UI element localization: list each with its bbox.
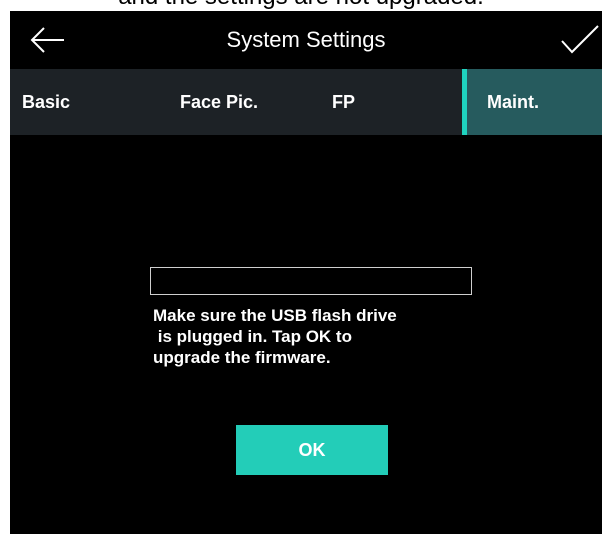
- checkmark-icon: [561, 25, 599, 54]
- tab-face-pic[interactable]: Face Pic.: [180, 69, 258, 135]
- tab-bar: Basic Face Pic. FP Maint.: [10, 69, 602, 135]
- title-bar: System Settings: [10, 11, 602, 69]
- page-title: System Settings: [226, 27, 386, 52]
- upgrade-progress-bar: [150, 267, 472, 295]
- cropped-caption-text: and the settings are not upgraded.: [0, 0, 602, 9]
- back-button[interactable]: [28, 23, 68, 57]
- tab-basic[interactable]: Basic: [22, 69, 70, 135]
- arrow-left-icon: [30, 27, 64, 53]
- confirm-button[interactable]: [558, 23, 602, 57]
- ok-button[interactable]: OK: [236, 425, 388, 475]
- device-screen: System Settings Basic Face Pic. FP Maint…: [10, 11, 602, 534]
- page: and the settings are not upgraded. Syste…: [0, 0, 602, 534]
- tab-fp[interactable]: FP: [332, 69, 355, 135]
- tab-maint[interactable]: Maint.: [462, 69, 602, 135]
- upgrade-instructions: Make sure the USB flash drive is plugged…: [153, 306, 397, 367]
